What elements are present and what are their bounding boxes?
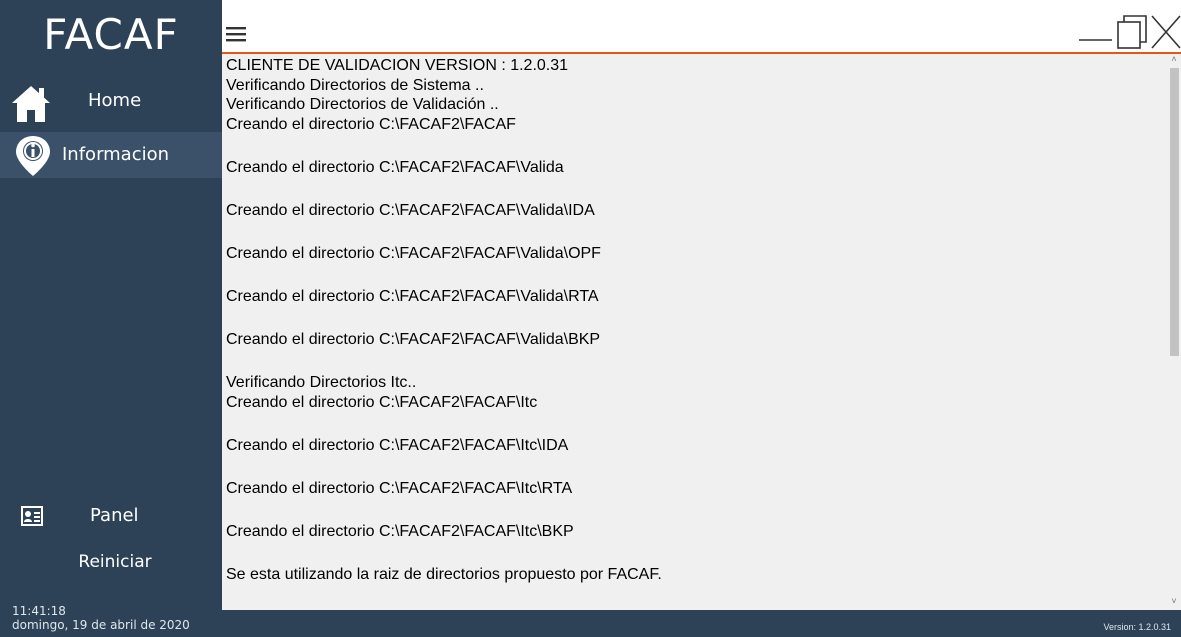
app-brand: FACAF [43,10,179,59]
log-line: Creando el directorio C:\FACAF2\FACAF\Va… [226,158,564,176]
log-line: Creando el directorio C:\FACAF2\FACAF\Va… [226,288,599,306]
scrollbar-thumb[interactable] [1170,68,1179,356]
clock-time: 11:41:18 [12,604,66,618]
close-icon[interactable] [1146,12,1181,52]
log-line: Se esta utilizando la raiz de directorio… [226,566,662,584]
sidebar: FACAF Home Informacion Panel Reiniciar 1… [0,0,222,637]
home-icon [12,86,50,122]
minimize-icon[interactable] [1076,12,1116,52]
log-area[interactable]: CLIENTE DE VALIDACION VERSION : 1.2.0.31… [222,54,1167,610]
id-card-icon [21,506,43,526]
scroll-down-icon[interactable]: ˅ [1167,596,1181,610]
sidebar-item-label: Informacion [62,144,170,165]
log-text: CLIENTE DE VALIDACION VERSION : 1.2.0.31… [226,56,662,585]
app-window: FACAF Home Informacion Panel Reiniciar 1… [0,0,1181,637]
clock: 11:41:18 domingo, 19 de abril de 2020 [12,604,190,632]
clock-date: domingo, 19 de abril de 2020 [12,618,190,632]
log-line: Creando el directorio C:\FACAF2\FACAF\It… [226,523,574,541]
top-bar [222,0,1181,54]
log-line: Creando el directorio C:\FACAF2\FACAF\Va… [226,331,601,349]
vertical-scrollbar[interactable]: ˄ ˅ [1167,54,1181,610]
sidebar-item-label: Home [88,90,142,111]
sidebar-item-informacion[interactable]: Informacion [0,132,222,178]
sidebar-item-panel[interactable]: Panel [0,500,222,536]
status-bar: Version: 1.2.0.31 [222,610,1181,637]
sidebar-item-label: Panel [90,505,139,526]
log-line: Creando el directorio C:\FACAF2\FACAF\Va… [226,245,601,263]
log-line: Creando el directorio C:\FACAF2\FACAF\Va… [226,201,595,219]
log-line: CLIENTE DE VALIDACION VERSION : 1.2.0.31 [226,57,569,74]
log-line: Creando el directorio C:\FACAF2\FACAF\It… [226,393,538,411]
scroll-up-icon[interactable]: ˄ [1167,54,1181,68]
sidebar-item-home[interactable]: Home [0,78,222,124]
log-line: Verificando Directorios de Sistema .. [226,76,484,94]
reiniciar-button[interactable]: Reiniciar [0,552,222,582]
log-line: Creando el directorio C:\FACAF2\FACAF\It… [226,437,569,455]
menu-icon[interactable] [226,25,248,43]
version-label: Version: 1.2.0.31 [1103,622,1171,632]
log-line: Verificando Directorios de Validación .. [226,96,499,114]
log-line: Creando el directorio C:\FACAF2\FACAF\It… [226,480,573,498]
info-pin-icon [16,136,50,176]
log-line: Verificando Directorios Itc.. [226,374,417,392]
log-line: Creando el directorio C:\FACAF2\FACAF [226,115,516,133]
